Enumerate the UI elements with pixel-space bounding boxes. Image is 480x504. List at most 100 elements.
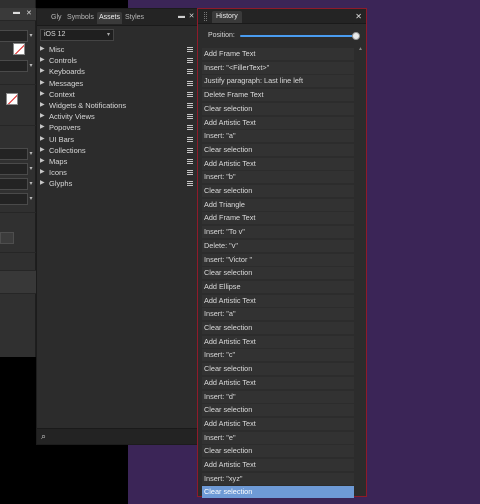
expand-triangle-icon[interactable]: ▶ [40,134,45,145]
category-menu-icon[interactable] [187,114,193,120]
chevron-down-icon[interactable]: ▾ [27,30,35,42]
expand-triangle-icon[interactable]: ▶ [40,178,45,189]
expand-triangle-icon[interactable]: ▶ [40,66,45,77]
history-item[interactable]: Insert: "b" [202,171,354,184]
history-item[interactable]: Clear selection [202,486,354,499]
category-item[interactable]: ▶ Activity Views [37,111,197,122]
category-item[interactable]: ▶ Keyboards [37,66,197,77]
tab-history[interactable]: History [212,11,242,23]
history-item[interactable]: Insert: "xyz" [202,472,354,485]
left-panel-field-4[interactable] [0,163,28,175]
no-fill-swatch-icon[interactable] [13,43,25,55]
category-item[interactable]: ▶ Messages [37,78,197,89]
chevron-down-icon[interactable]: ▾ [27,178,35,190]
category-menu-icon[interactable] [187,69,193,75]
library-select[interactable]: iOS 12 ▾ [40,29,114,41]
history-item[interactable]: Clear selection [202,185,354,197]
history-item[interactable]: Delete: "v" [202,239,354,252]
category-menu-icon[interactable] [187,170,193,176]
menu-icon[interactable]: ▬ [13,9,20,16]
history-item[interactable]: Insert: "a" [202,308,354,321]
history-item[interactable]: Add Artistic Text [202,157,354,170]
left-panel-field-5[interactable] [0,178,28,190]
position-slider-thumb[interactable] [352,32,360,40]
history-scrollbar[interactable]: ▲ [358,46,363,492]
expand-triangle-icon[interactable]: ▶ [40,111,45,122]
category-item[interactable]: ▶ Icons [37,167,197,178]
history-item[interactable]: Add Artistic Text [202,116,354,129]
category-menu-icon[interactable] [187,136,193,142]
history-item[interactable]: Add Artistic Text [202,294,354,307]
history-item[interactable]: Clear selection [202,102,354,115]
category-item[interactable]: ▶ Glyphs [37,178,197,189]
history-item[interactable]: Insert: "<FillerText>" [202,61,354,74]
drag-handle-icon[interactable] [204,12,207,21]
history-item[interactable]: Add Artistic Text [202,335,354,348]
history-item[interactable]: Clear selection [202,404,354,417]
history-item[interactable]: Insert: "Victor " [202,253,354,266]
left-panel-field-3[interactable] [0,148,28,160]
no-fill-swatch-icon[interactable] [6,93,18,105]
expand-triangle-icon[interactable]: ▶ [40,55,45,66]
history-item[interactable]: Insert: "To v" [202,226,354,239]
chevron-down-icon[interactable]: ▾ [27,193,35,205]
expand-triangle-icon[interactable]: ▶ [40,78,45,89]
left-panel-field-2[interactable] [0,60,28,72]
category-item[interactable]: ▶ Maps [37,156,197,167]
tab-glyphs[interactable]: Gly [49,12,64,24]
expand-triangle-icon[interactable]: ▶ [40,167,45,178]
chevron-down-icon[interactable]: ▾ [27,148,35,160]
history-item[interactable]: Insert: "e" [202,431,354,444]
expand-triangle-icon[interactable]: ▶ [40,100,45,111]
position-slider-track[interactable] [240,35,356,37]
tab-styles[interactable]: Styles [123,12,146,24]
history-item[interactable]: Justify paragraph: Last line left [202,75,354,88]
tab-symbols[interactable]: Symbols [65,12,96,24]
expand-triangle-icon[interactable]: ▶ [40,44,45,55]
category-menu-icon[interactable] [187,80,193,86]
left-panel-field-6[interactable] [0,193,28,205]
tab-assets[interactable]: Assets [97,12,123,24]
category-menu-icon[interactable] [187,159,193,164]
history-item[interactable]: Clear selection [202,143,354,156]
search-icon[interactable]: ⌕ [41,431,46,442]
category-item[interactable]: ▶ Popovers [37,122,197,133]
history-item[interactable]: Clear selection [202,267,354,280]
category-menu-icon[interactable] [187,103,193,108]
category-menu-icon[interactable] [187,147,193,153]
history-item[interactable]: Add Artistic Text [202,417,354,430]
history-item[interactable]: Add Artistic Text [202,459,354,471]
category-item[interactable]: ▶ UI Bars [37,134,197,145]
scroll-up-icon[interactable]: ▲ [358,46,363,52]
history-item[interactable]: Delete Frame Text [202,89,354,102]
close-icon[interactable]: ✕ [26,9,32,17]
expand-triangle-icon[interactable]: ▶ [40,156,45,167]
category-menu-icon[interactable] [187,58,193,64]
category-item[interactable]: ▶ Controls [37,55,197,66]
close-icon[interactable]: ✕ [187,12,196,22]
history-item[interactable]: Insert: "a" [202,130,354,143]
category-item[interactable]: ▶ Misc [37,44,197,55]
history-item[interactable]: Insert: "d" [202,390,354,403]
history-item[interactable]: Clear selection [202,445,354,458]
menu-icon[interactable]: ▬ [177,12,186,22]
left-panel-button[interactable] [0,232,14,244]
chevron-down-icon[interactable]: ▾ [27,60,35,72]
expand-triangle-icon[interactable]: ▶ [40,89,45,100]
category-item[interactable]: ▶ Collections [37,145,197,156]
chevron-down-icon[interactable]: ▾ [27,163,35,175]
assets-search-bar[interactable]: ⌕ [37,428,197,444]
history-item[interactable]: Insert: "c" [202,349,354,362]
category-item[interactable]: ▶ Context [37,89,197,100]
close-icon[interactable]: ✕ [355,12,362,21]
category-menu-icon[interactable] [187,125,193,131]
history-item[interactable]: Clear selection [202,363,354,376]
expand-triangle-icon[interactable]: ▶ [40,122,45,133]
left-panel-field-1[interactable] [0,30,28,42]
category-item[interactable]: ▶ Widgets & Notifications [37,100,197,111]
history-item[interactable]: Add Ellipse [202,280,354,293]
history-item[interactable]: Add Frame Text [202,212,354,225]
expand-triangle-icon[interactable]: ▶ [40,145,45,156]
history-item[interactable]: Add Triangle [202,198,354,211]
history-item[interactable]: Add Frame Text [202,48,354,60]
